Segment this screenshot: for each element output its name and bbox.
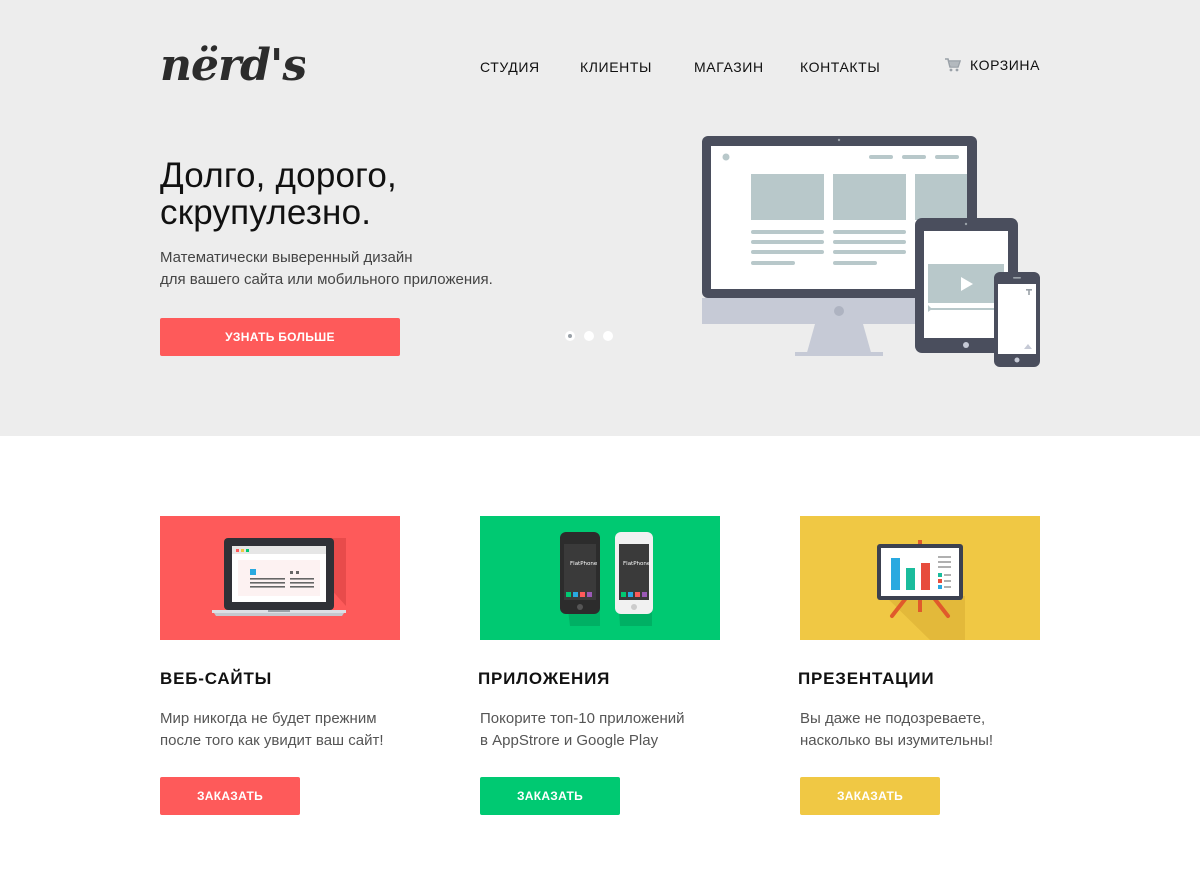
learn-more-button[interactable]: УЗНАТЬ БОЛЬШЕ (160, 318, 400, 356)
headline-line-2: скрупулезно. (160, 193, 372, 232)
headline-line-1: Долго, дорого, (160, 156, 397, 195)
service-description: Покорите топ-10 приложений в AppStrore и… (480, 708, 740, 752)
service-apps: FlatPhone FlatPhone ПРИЛОЖЕНИЯ Покорите … (478, 516, 740, 815)
subtitle-line-1: Математически выверенный дизайн (160, 249, 413, 266)
slider-dots (565, 331, 613, 341)
cart-icon (945, 58, 961, 72)
service-description: Вы даже не подозреваете, насколько вы из… (800, 708, 1060, 752)
hero-headline: Долго, дорого, скрупулезно. (160, 157, 580, 231)
service-title: ПРЕЗЕНТАЦИИ (798, 669, 935, 688)
order-apps-button[interactable]: ЗАКАЗАТЬ (480, 777, 620, 815)
nav-item-studio[interactable]: СТУДИЯ (480, 59, 540, 75)
service-presentations: ПРЕЗЕНТАЦИИ Вы даже не подозреваете, нас… (798, 516, 1060, 815)
service-description-line-2: после того как увидит ваш сайт! (160, 732, 384, 749)
service-description-line-2: в AppStrore и Google Play (480, 732, 659, 749)
slider-dot-2[interactable] (584, 331, 594, 341)
service-description-line-1: Мир никогда не будет прежним (160, 710, 377, 727)
smartphones-illustration: FlatPhone FlatPhone (480, 516, 720, 640)
order-presentations-button[interactable]: ЗАКАЗАТЬ (800, 777, 940, 815)
hero-section: nërd's СТУДИЯ КЛИЕНТЫ МАГАЗИН КОНТАКТЫ К… (0, 0, 1200, 436)
phone-illustration (994, 272, 1040, 367)
nav-item-clients[interactable]: КЛИЕНТЫ (580, 59, 652, 75)
nav-item-contacts[interactable]: КОНТАКТЫ (800, 59, 880, 75)
slider-dot-1[interactable] (565, 331, 575, 341)
service-description: Мир никогда не будет прежним после того … (160, 708, 420, 752)
hero-subtitle: Математически выверенный дизайн для ваше… (160, 247, 580, 291)
subtitle-line-2: для вашего сайта или мобильного приложен… (160, 271, 493, 288)
slider-dot-3[interactable] (603, 331, 613, 341)
responsive-devices-illustration (702, 136, 1040, 367)
cart-link[interactable]: КОРЗИНА (945, 57, 1040, 73)
order-websites-button[interactable]: ЗАКАЗАТЬ (160, 777, 300, 815)
presentation-board-illustration (800, 516, 1040, 640)
service-title: ПРИЛОЖЕНИЯ (478, 669, 611, 688)
service-description-line-1: Вы даже не подозреваете, (800, 710, 986, 727)
service-description-line-2: насколько вы изумительны! (800, 732, 994, 749)
phone-2-label: FlatPhone (623, 561, 651, 567)
nav-item-shop[interactable]: МАГАЗИН (694, 59, 764, 75)
laptop-illustration (160, 516, 400, 640)
service-websites: ВЕБ-САЙТЫ Мир никогда не будет прежним п… (160, 516, 420, 815)
logo[interactable]: nërd's (160, 22, 305, 88)
logo-text: nërd's (160, 40, 305, 88)
phone-1-label: FlatPhone (570, 561, 598, 567)
service-title: ВЕБ-САЙТЫ (160, 669, 273, 688)
service-description-line-1: Покорите топ-10 приложений (480, 710, 685, 727)
cart-label: КОРЗИНА (970, 57, 1041, 73)
